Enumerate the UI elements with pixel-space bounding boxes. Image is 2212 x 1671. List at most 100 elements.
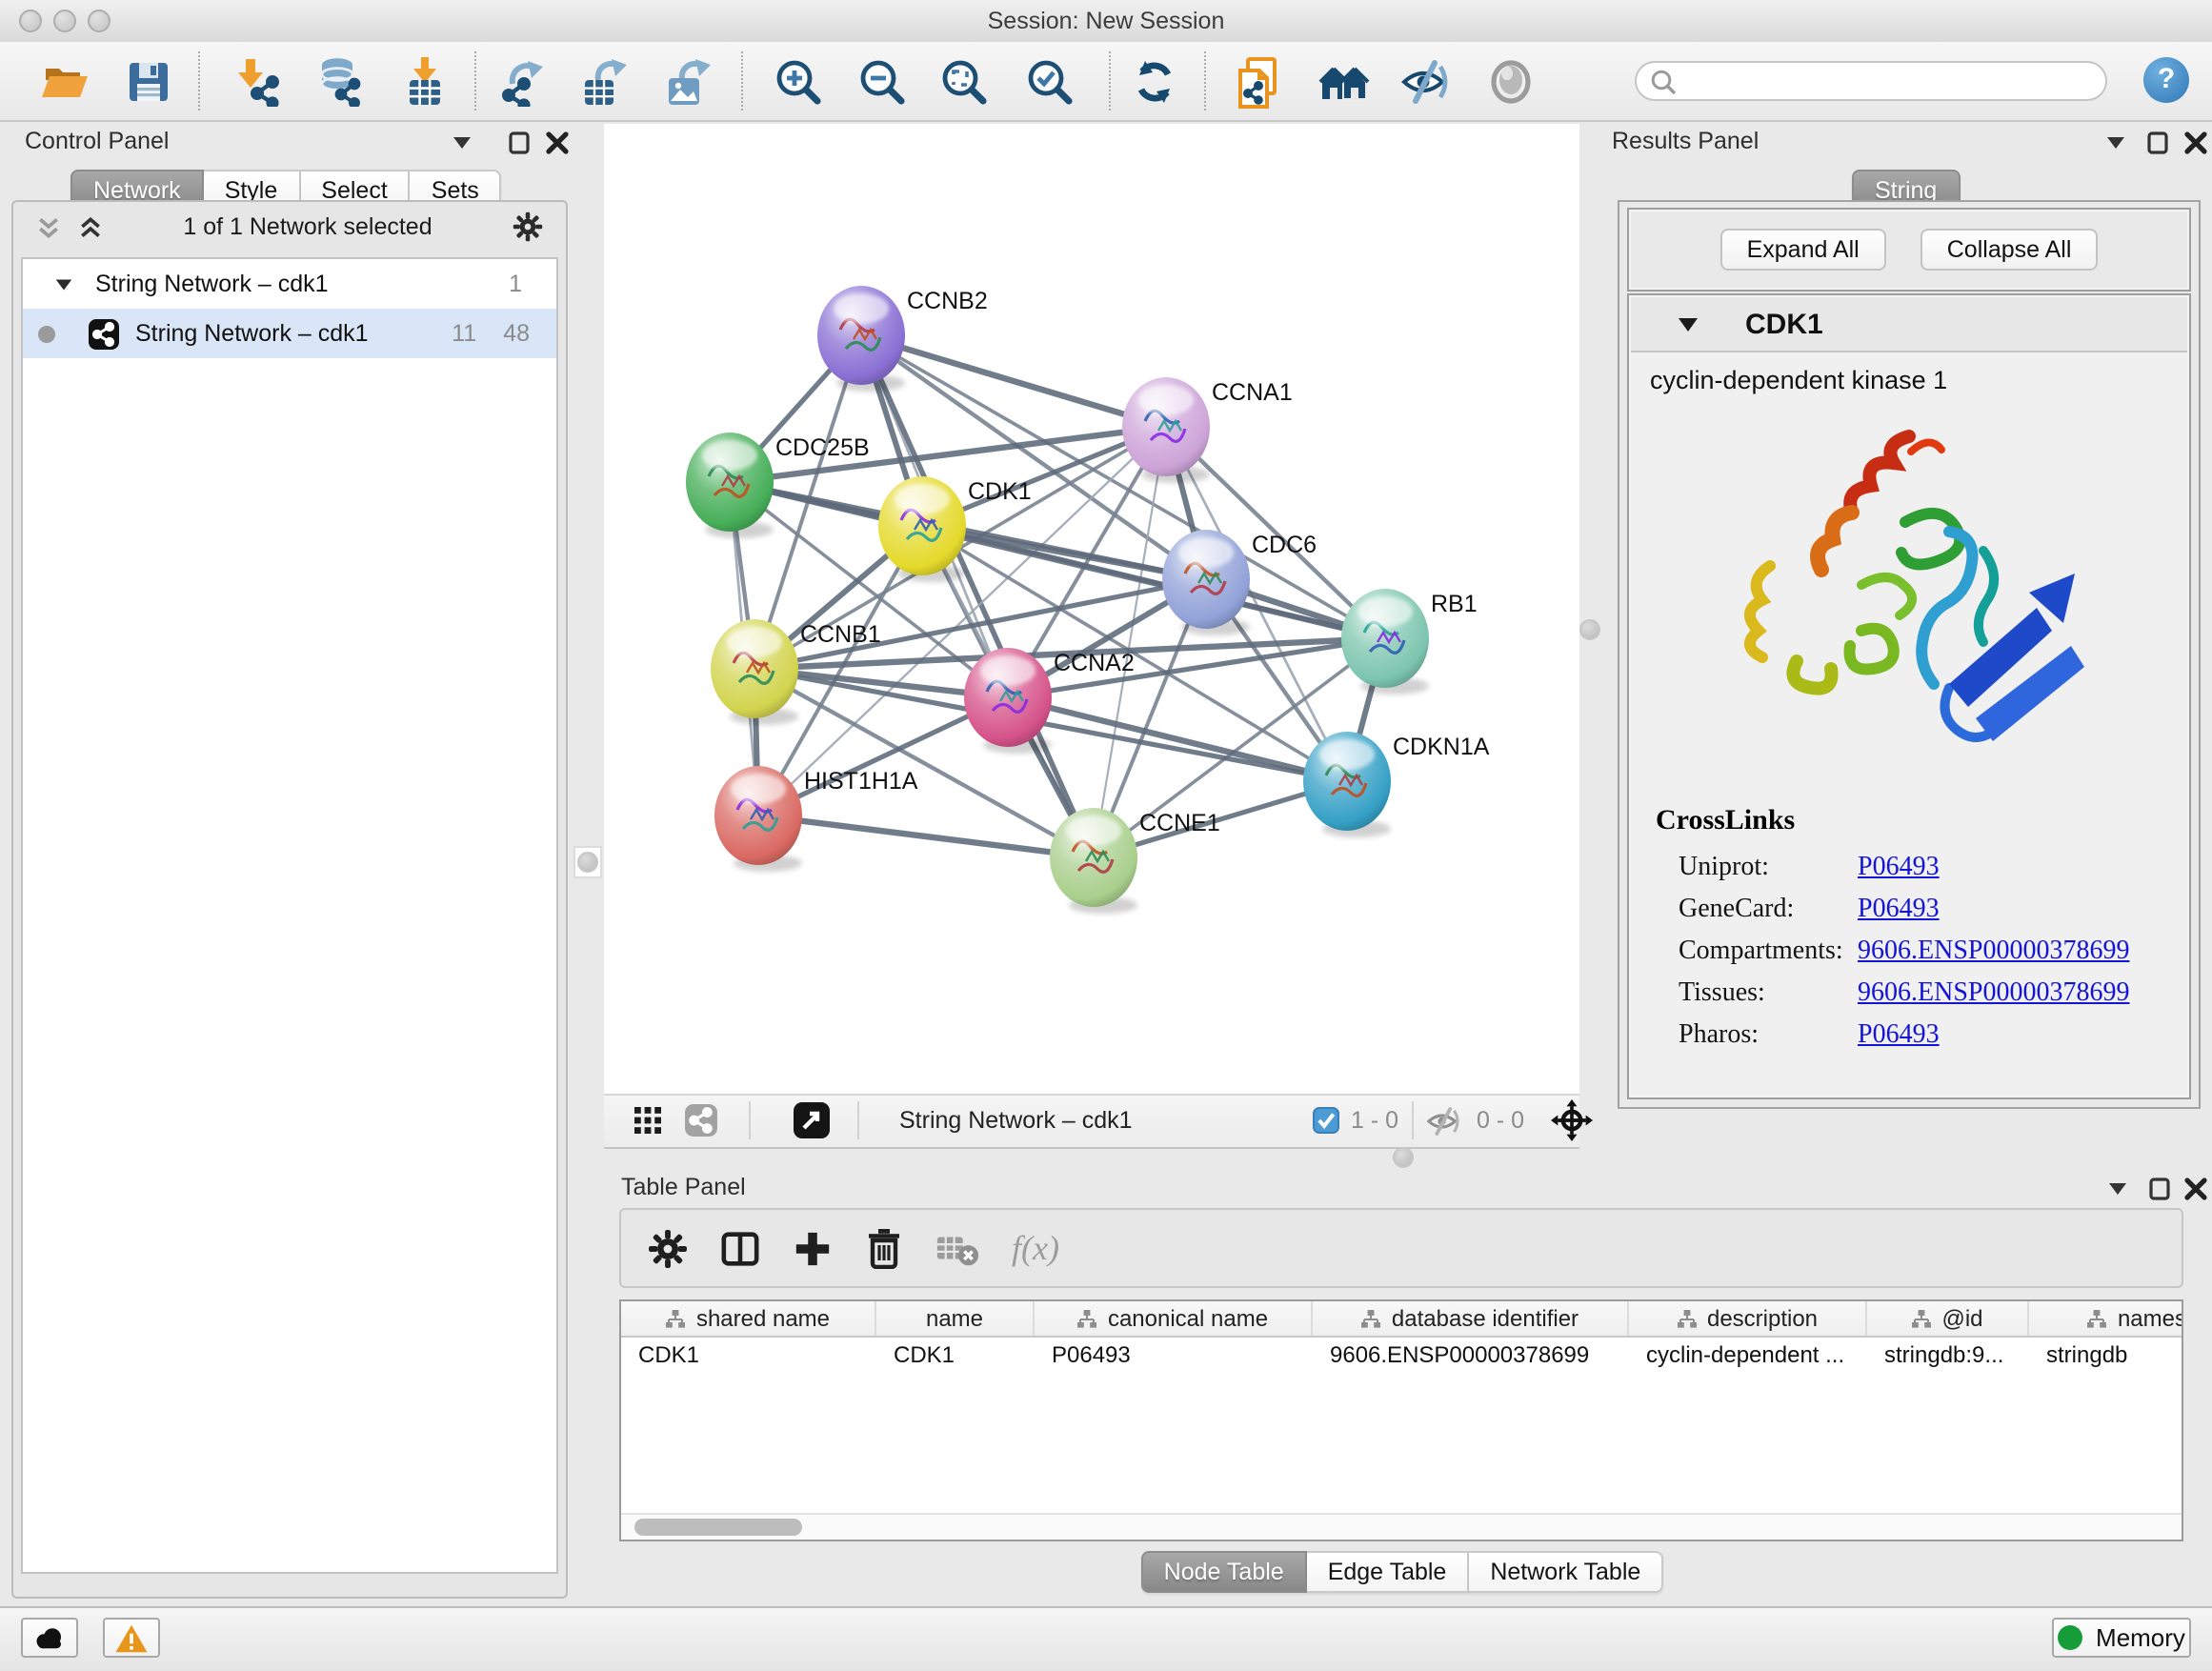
column-header--id[interactable]: @id — [1867, 1301, 2029, 1336]
tree-expanded-caret-icon[interactable] — [53, 273, 74, 294]
zoom-selected-button[interactable] — [1021, 55, 1078, 109]
column-header-label: shared name — [696, 1305, 830, 1332]
network-collection-row[interactable]: String Network – cdk1 1 — [23, 259, 556, 309]
scrollbar-thumb[interactable] — [634, 1519, 802, 1536]
tab-edge-table[interactable]: Edge Table — [1307, 1551, 1470, 1593]
crosslink-link[interactable]: P06493 — [1858, 1021, 1940, 1052]
column-header-canonical-name[interactable]: canonical name — [1035, 1301, 1313, 1336]
first-neighbors-button[interactable] — [1317, 55, 1374, 109]
network-node-HIST1H1A[interactable]: HIST1H1A — [714, 766, 918, 872]
show-all-button[interactable] — [1482, 55, 1539, 109]
hidden-eye-icon[interactable] — [1427, 1107, 1463, 1136]
export-table-button[interactable] — [577, 55, 634, 109]
link-view-icon[interactable] — [684, 1103, 718, 1137]
memory-status-dot — [2058, 1625, 2082, 1650]
crosslink-row: GeneCard:P06493 — [1679, 890, 2174, 932]
memory-button[interactable]: Memory — [2052, 1618, 2191, 1658]
collapse-all-button[interactable]: Collapse All — [1920, 229, 2099, 271]
collapse-all-chevron-icon[interactable] — [36, 214, 61, 239]
zoom-fit-button[interactable] — [935, 55, 993, 109]
table-settings-gear-icon[interactable] — [648, 1228, 688, 1268]
bottom-splitter-handle[interactable] — [1393, 1147, 1414, 1168]
expand-all-chevron-icon[interactable] — [78, 214, 103, 239]
crosslink-link[interactable]: 9606.ENSP00000378699 — [1858, 979, 2129, 1010]
float-panel-icon[interactable] — [450, 131, 474, 154]
table-cell[interactable]: stringdb — [2029, 1336, 2183, 1372]
column-header-name[interactable]: name — [876, 1301, 1035, 1336]
selected-checkbox-icon[interactable] — [1313, 1107, 1339, 1134]
hide-selected-button[interactable] — [1398, 55, 1456, 109]
import-network-from-file-button[interactable] — [229, 55, 286, 109]
float-panel-icon[interactable] — [2105, 1178, 2130, 1200]
column-header-shared-name[interactable]: shared name — [621, 1301, 876, 1336]
toolbar-separator — [198, 51, 200, 111]
crosslink-link[interactable]: P06493 — [1858, 854, 1940, 884]
export-network-button[interactable] — [495, 55, 553, 109]
column-header-namespace[interactable]: namespace — [2029, 1301, 2183, 1336]
network-node-CDC6[interactable]: CDC6 — [1162, 530, 1317, 635]
show-columns-icon[interactable] — [720, 1228, 760, 1268]
float-panel-icon[interactable] — [2103, 131, 2128, 154]
grid-view-icon[interactable] — [634, 1107, 661, 1134]
open-in-new-window-icon[interactable] — [793, 1101, 831, 1139]
network-row[interactable]: String Network – cdk1 11 48 — [23, 309, 556, 358]
fit-selection-crosshair-icon[interactable] — [1551, 1099, 1593, 1141]
table-cell[interactable]: P06493 — [1035, 1336, 1313, 1372]
new-network-from-selection-button[interactable] — [1231, 55, 1288, 109]
import-network-from-database-button[interactable] — [311, 55, 368, 109]
close-panel-icon[interactable] — [2183, 131, 2208, 154]
horizontal-scrollbar[interactable] — [621, 1513, 2182, 1540]
table-cell[interactable]: cyclin-dependent ... — [1629, 1336, 1867, 1372]
table-cell[interactable]: CDK1 — [621, 1336, 876, 1372]
network-node-CDKN1A[interactable]: CDKN1A — [1303, 732, 1490, 837]
function-builder-button[interactable]: f(x) — [1012, 1228, 1059, 1268]
table-row[interactable]: CDK1CDK1P064939606.ENSP00000378699cyclin… — [621, 1336, 2182, 1372]
export-image-button[interactable] — [661, 55, 718, 109]
network-node-CDC25B[interactable]: CDC25B — [686, 433, 870, 538]
column-header-label: canonical name — [1108, 1305, 1268, 1332]
table-cell[interactable]: CDK1 — [876, 1336, 1035, 1372]
table-cell[interactable]: 9606.ENSP00000378699 — [1313, 1336, 1629, 1372]
network-canvas[interactable]: CCNB2CCNA1CDC25BCDK1CDC6RB1CCNB1CCNA2CDK… — [604, 124, 1579, 1094]
expand-all-button[interactable]: Expand All — [1720, 229, 1886, 271]
tab-node-table[interactable]: Node Table — [1141, 1551, 1307, 1593]
zoom-out-button[interactable] — [854, 55, 911, 109]
network-options-gear-icon[interactable] — [513, 211, 543, 242]
left-splitter-handle[interactable] — [573, 846, 602, 878]
undock-panel-icon[interactable] — [2147, 1178, 2172, 1200]
help-button[interactable]: ? — [2143, 57, 2189, 103]
network-edge-count: 48 — [503, 320, 530, 347]
delete-table-icon[interactable] — [935, 1230, 979, 1266]
network-node-CCNE1[interactable]: CCNE1 — [1050, 808, 1220, 914]
close-panel-icon[interactable] — [545, 131, 570, 154]
open-session-button[interactable] — [36, 55, 93, 109]
save-session-button[interactable] — [120, 55, 177, 109]
cdk1-section-header[interactable]: CDK1 — [1631, 297, 2187, 352]
crosslink-link[interactable]: P06493 — [1858, 896, 1940, 926]
network-edge[interactable] — [758, 815, 1094, 857]
column-header-description[interactable]: description — [1629, 1301, 1867, 1336]
import-table-from-file-button[interactable] — [396, 55, 453, 109]
results-panel-title: Results Panel — [1612, 128, 1759, 154]
crosslink-label: Uniprot: — [1679, 854, 1858, 884]
table-cell[interactable]: stringdb:9... — [1867, 1336, 2029, 1372]
section-expanded-caret-icon[interactable] — [1677, 314, 1699, 335]
cloud-status-button[interactable] — [21, 1618, 78, 1658]
apply-preferred-layout-button[interactable] — [1126, 55, 1183, 109]
search-field[interactable] — [1635, 61, 2107, 101]
undock-panel-icon[interactable] — [2145, 131, 2170, 154]
network-edge[interactable] — [861, 335, 1166, 427]
splitter-dot-icon — [577, 852, 598, 873]
search-input[interactable] — [1686, 65, 2094, 101]
column-header-database-identifier[interactable]: database identifier — [1313, 1301, 1629, 1336]
tab-network-table[interactable]: Network Table — [1469, 1551, 1663, 1593]
network-node-CCNB2[interactable]: CCNB2 — [817, 286, 988, 392]
create-column-plus-icon[interactable] — [793, 1228, 833, 1268]
delete-column-trash-icon[interactable] — [865, 1227, 903, 1269]
network-node-RB1[interactable]: RB1 — [1341, 589, 1478, 695]
warning-button[interactable] — [103, 1618, 160, 1658]
zoom-in-button[interactable] — [770, 55, 827, 109]
close-panel-icon[interactable] — [2183, 1178, 2208, 1200]
undock-panel-icon[interactable] — [507, 131, 532, 154]
crosslink-link[interactable]: 9606.ENSP00000378699 — [1858, 937, 2129, 968]
